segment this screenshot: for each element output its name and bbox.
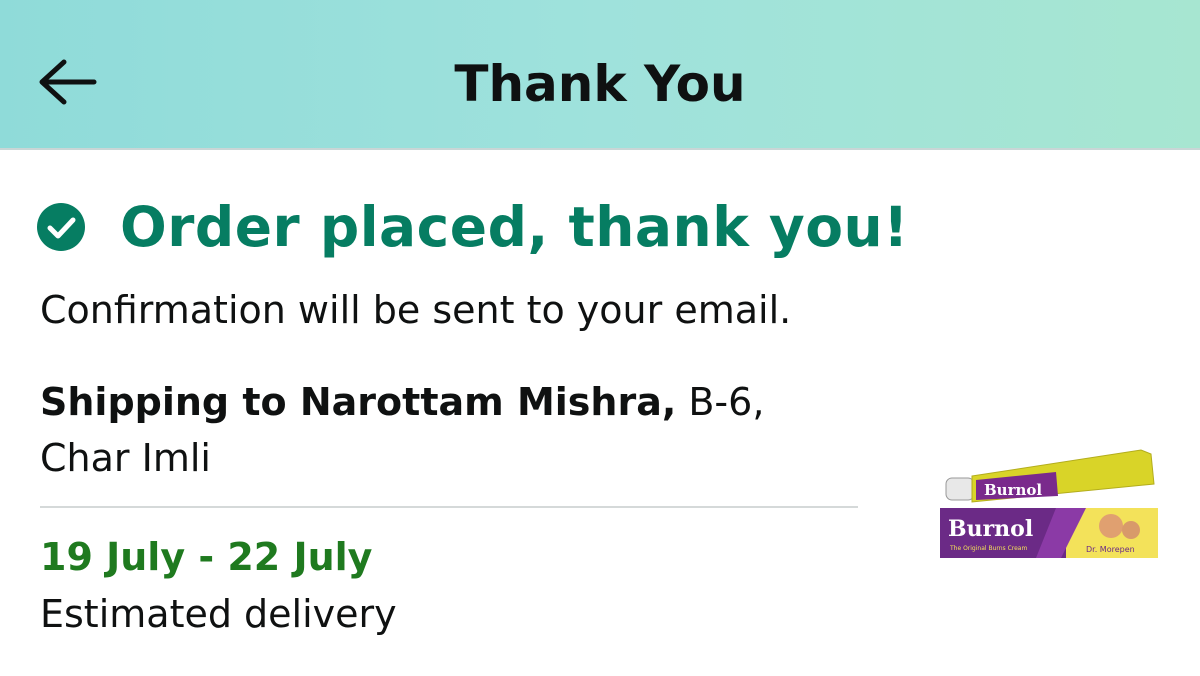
tube-brand-text: Burnol [984,481,1042,499]
shipping-info: Shipping to Narottam Mishra, B-6, Char I… [40,374,860,486]
estimated-delivery-label: Estimated delivery [40,592,397,636]
delivery-date-range: 19 July - 22 July [40,535,373,579]
order-status: Order placed, thank you! [36,192,909,262]
product-image[interactable]: Burnol Burnol The Original Burns Cream D… [936,440,1166,565]
box-brand-text: Burnol [948,516,1033,542]
page-title: Thank You [454,55,746,113]
maker-logo-text: Dr. Morepen [1086,545,1135,554]
box-tagline-text: The Original Burns Cream [949,545,1027,552]
header-bar: Thank You [0,0,1200,150]
confirmation-text: Confirmation will be sent to your email. [40,288,792,332]
check-circle-icon [37,203,85,251]
divider [40,506,858,508]
shipping-recipient: Shipping to Narottam Mishra, [40,380,677,424]
product-illustration: Burnol Burnol The Original Burns Cream D… [940,449,1158,558]
order-placed-message: Order placed, thank you! [120,195,909,259]
